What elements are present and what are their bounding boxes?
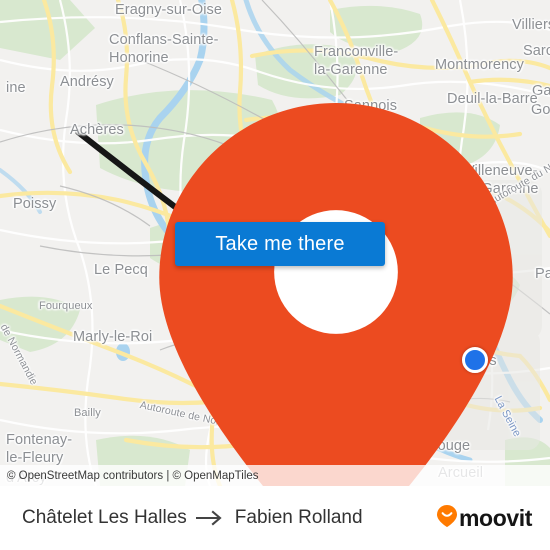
map-attribution-text[interactable]: © OpenStreetMap contributors | © OpenMap… — [7, 470, 259, 482]
moovit-pin-icon — [436, 504, 458, 533]
moovit-pin-glyph — [437, 504, 457, 527]
moovit-trip-screen: Eragny-sur-Oise Conflans-Sainte- Honorine F… — [0, 0, 550, 550]
origin-station-label: Châtelet Les Halles — [22, 507, 187, 528]
trip-footer: Châtelet Les Halles Fabien Rolland moovi… — [0, 486, 550, 550]
destination-pin-marker[interactable] — [61, 92, 513, 486]
arrow-right-icon — [195, 510, 226, 526]
map-canvas[interactable]: Eragny-sur-Oise Conflans-Sainte- Honorine F… — [0, 0, 550, 486]
map-pin-icon — [159, 103, 513, 486]
arrow-right-glyph — [195, 510, 222, 526]
take-me-there-button[interactable]: Take me there — [175, 222, 385, 266]
moovit-wordmark: moovit — [459, 504, 532, 531]
origin-location-dot[interactable] — [462, 347, 488, 373]
route-summary: Châtelet Les Halles Fabien Rolland — [22, 507, 363, 529]
destination-label: Fabien Rolland — [234, 507, 363, 528]
moovit-logo[interactable]: moovit — [436, 504, 532, 533]
map-attribution-bar: © OpenStreetMap contributors | © OpenMap… — [0, 465, 550, 486]
